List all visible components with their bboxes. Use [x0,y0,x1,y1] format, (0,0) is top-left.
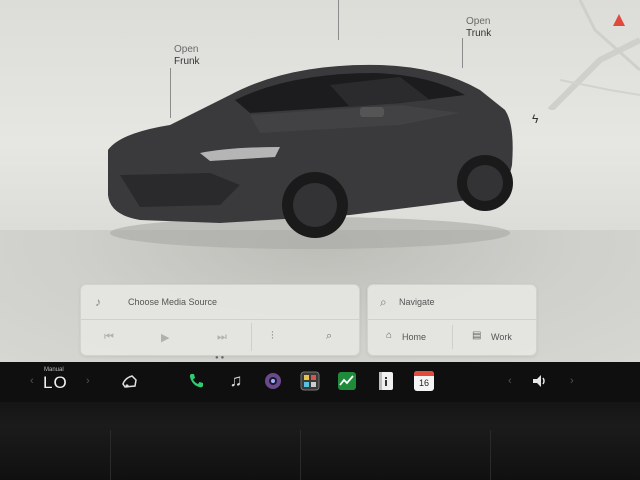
bezel-seam [300,430,301,480]
navigate-search[interactable]: Navigate [399,297,435,307]
search-icon[interactable]: ⌕ [326,330,332,343]
volume-icon[interactable] [530,371,550,391]
navigation-card[interactable]: ⌕ Navigate ⌂ Home ▤ Work [367,284,537,356]
temperature-readout[interactable]: LO [43,373,68,393]
home-icon: ⌂ [386,330,393,341]
stocks-icon[interactable] [337,371,357,391]
skip-back-icon[interactable]: ⏮ [104,331,114,344]
volume-down-chevron-icon[interactable]: ‹ [508,375,512,387]
search-icon: ⌕ [380,295,387,309]
page-indicator[interactable]: ●● [215,355,226,361]
car-display: Open Frunk Open Trunk ϟ ♪ Choose Media S… [0,0,640,362]
map-preview[interactable] [540,0,640,110]
media-player-card[interactable]: ♪ Choose Media Source ⏮ ▶ ⏭ ⫶ ⌕ [80,284,360,356]
center-leader-line [338,0,339,40]
lightning-icon[interactable]: ϟ [532,112,538,126]
temp-down-chevron-icon[interactable]: ‹ [30,375,34,387]
equalizer-icon[interactable]: ⫶ [271,330,274,343]
vehicle-render [108,64,513,249]
notes-icon[interactable] [376,371,396,391]
open-trunk-label: Open [466,16,491,27]
screen-bezel [0,402,640,480]
calendar-icon[interactable]: 16 [414,371,434,391]
phone-icon[interactable] [186,371,206,391]
bezel-seam [110,430,111,480]
volume-up-chevron-icon[interactable]: › [570,375,574,387]
music-icon[interactable]: ♫ [226,371,246,391]
navigation-arrow-icon [613,14,625,26]
home-shortcut[interactable]: Home [402,332,426,342]
camera-icon[interactable] [263,371,283,391]
nav-divider [368,319,536,320]
nav-shortcut-separator [452,325,453,349]
calendar-day: 16 [418,378,429,388]
bezel-seam [490,430,491,480]
media-control-separator [251,323,252,351]
trunk-label: Trunk [466,28,492,39]
briefcase-icon: ▤ [472,330,482,341]
car-icon[interactable] [120,371,140,391]
play-icon[interactable]: ▶ [161,331,169,344]
skip-forward-icon[interactable]: ⏭ [217,331,227,344]
music-note-icon: ♪ [95,295,101,309]
temp-up-chevron-icon[interactable]: › [86,375,90,387]
open-trunk-button[interactable]: Open Trunk [466,16,491,40]
choose-media-source[interactable]: Choose Media Source [128,297,217,307]
work-shortcut[interactable]: Work [491,332,512,342]
media-divider [81,319,359,320]
app-launcher-icon[interactable] [300,371,320,391]
